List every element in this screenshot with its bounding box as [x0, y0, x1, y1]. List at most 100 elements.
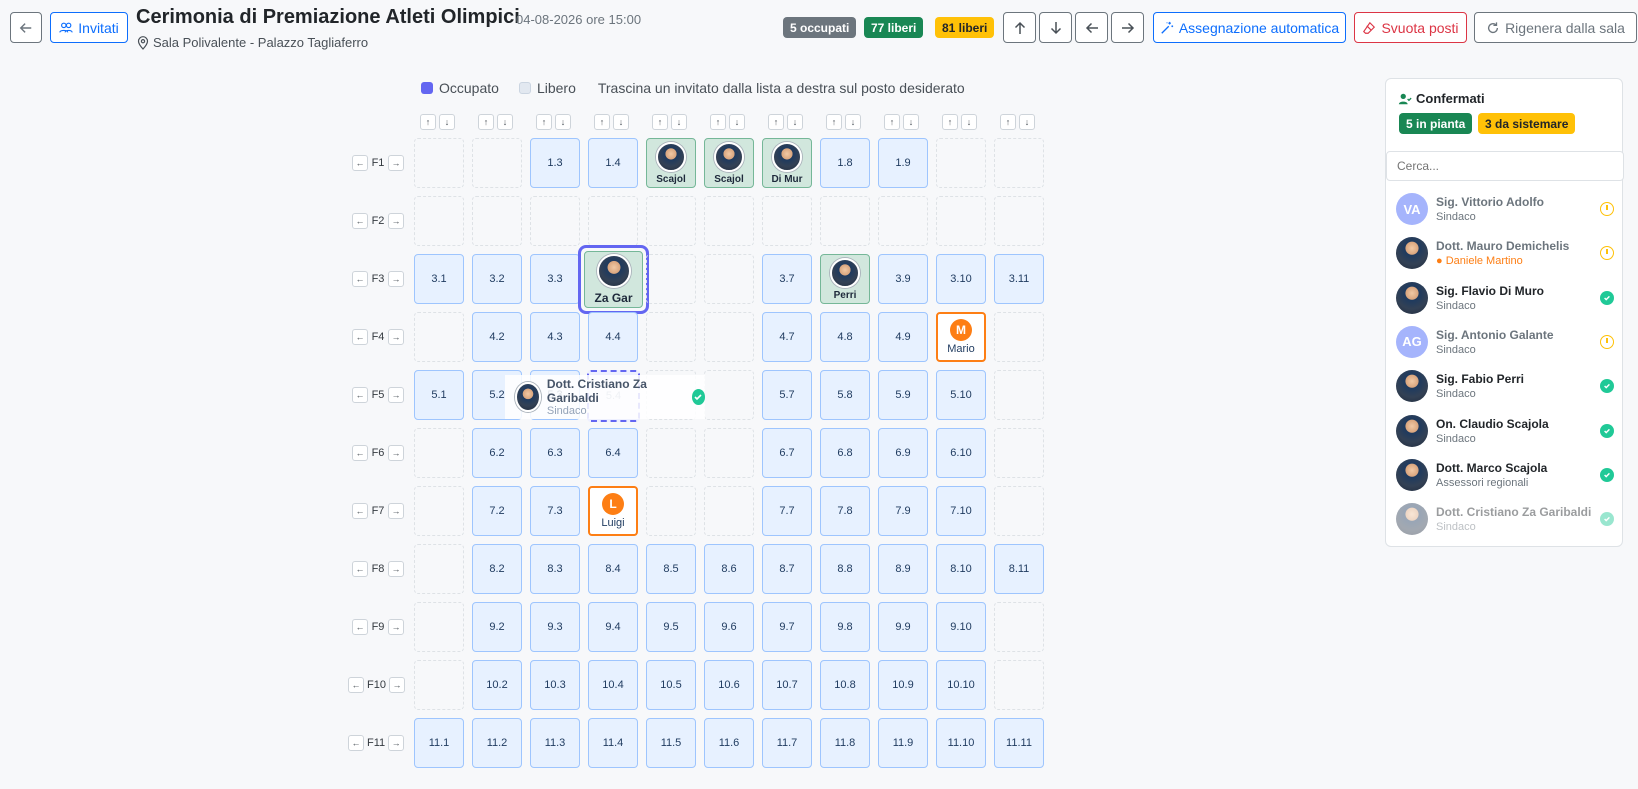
row-move-left-button[interactable]: ← — [352, 155, 368, 171]
column-move-up-button[interactable]: ↑ — [594, 114, 610, 130]
seat-free[interactable]: 11.2 — [472, 718, 522, 768]
seat-free[interactable]: 6.9 — [878, 428, 928, 478]
row-move-right-button[interactable]: → — [388, 445, 404, 461]
seat-free[interactable]: 9.2 — [472, 602, 522, 652]
guest-list-item[interactable]: Dott. Cristiano Za Garibaldi Sindaco — [1396, 499, 1614, 539]
row-move-right-button[interactable]: → — [388, 387, 404, 403]
row-move-left-button[interactable]: ← — [352, 329, 368, 345]
seat-free[interactable]: 10.5 — [646, 660, 696, 710]
seat-free[interactable]: 11.1 — [414, 718, 464, 768]
seat-free[interactable]: 4.7 — [762, 312, 812, 362]
row-move-left-button[interactable]: ← — [352, 561, 368, 577]
seat-free[interactable]: 8.11 — [994, 544, 1044, 594]
seat-free[interactable]: 3.7 — [762, 254, 812, 304]
arrow-up-button[interactable] — [1003, 12, 1036, 43]
empty-seats-button[interactable]: Svuota posti — [1354, 12, 1467, 43]
seat-free[interactable]: 3.3 — [530, 254, 580, 304]
seat-free[interactable]: 8.10 — [936, 544, 986, 594]
seat-free[interactable]: 11.11 — [994, 718, 1044, 768]
seat-free[interactable]: 6.3 — [530, 428, 580, 478]
seat-free[interactable]: 7.8 — [820, 486, 870, 536]
seat-free[interactable]: 7.9 — [878, 486, 928, 536]
column-move-down-button[interactable]: ↓ — [555, 114, 571, 130]
guest-list-item[interactable]: Sig. Fabio Perri Sindaco — [1396, 366, 1614, 406]
seat-selected[interactable]: Za Gar — [578, 245, 649, 314]
guest-list-item[interactable]: AG Sig. Antonio Galante Sindaco — [1396, 322, 1614, 362]
seat-occupied[interactable]: Scajol — [646, 138, 696, 188]
seat-free[interactable]: 8.7 — [762, 544, 812, 594]
seat-free[interactable]: 9.6 — [704, 602, 754, 652]
seat-free[interactable]: 9.4 — [588, 602, 638, 652]
row-move-right-button[interactable]: → — [388, 561, 404, 577]
seat-free[interactable]: 4.3 — [530, 312, 580, 362]
column-move-down-button[interactable]: ↓ — [845, 114, 861, 130]
seat-free[interactable]: 10.4 — [588, 660, 638, 710]
row-move-right-button[interactable]: → — [388, 213, 404, 229]
row-move-right-button[interactable]: → — [388, 677, 405, 693]
seat-occupied[interactable]: Perri — [820, 254, 870, 304]
seat-free[interactable]: 4.4 — [588, 312, 638, 362]
guest-list-item[interactable]: On. Claudio Scajola Sindaco — [1396, 411, 1614, 451]
seat-free[interactable]: 11.4 — [588, 718, 638, 768]
seat-free[interactable]: 10.2 — [472, 660, 522, 710]
row-move-left-button[interactable]: ← — [348, 677, 364, 693]
seat-free[interactable]: 5.10 — [936, 370, 986, 420]
seat-free[interactable]: 8.2 — [472, 544, 522, 594]
seat-free[interactable]: 1.9 — [878, 138, 928, 188]
search-input[interactable] — [1386, 151, 1624, 181]
seat-free[interactable]: 11.3 — [530, 718, 580, 768]
seat-free[interactable]: 6.4 — [588, 428, 638, 478]
seat-free[interactable]: 5.7 — [762, 370, 812, 420]
seat-free[interactable]: 4.8 — [820, 312, 870, 362]
column-move-up-button[interactable]: ↑ — [768, 114, 784, 130]
arrow-left-button[interactable] — [1075, 12, 1108, 43]
column-move-up-button[interactable]: ↑ — [884, 114, 900, 130]
column-move-up-button[interactable]: ↑ — [420, 114, 436, 130]
auto-assign-button[interactable]: Assegnazione automatica — [1153, 12, 1346, 43]
seat-free[interactable]: 5.8 — [820, 370, 870, 420]
seat-free[interactable]: 1.8 — [820, 138, 870, 188]
row-move-left-button[interactable]: ← — [352, 445, 368, 461]
column-move-down-button[interactable]: ↓ — [787, 114, 803, 130]
seat-free[interactable]: 9.7 — [762, 602, 812, 652]
seat-free[interactable]: 9.5 — [646, 602, 696, 652]
guest-list-item[interactable]: VA Sig. Vittorio Adolfo Sindaco — [1396, 189, 1614, 229]
seat-free[interactable]: 6.10 — [936, 428, 986, 478]
seat-free[interactable]: 4.2 — [472, 312, 522, 362]
column-move-down-button[interactable]: ↓ — [671, 114, 687, 130]
seat-free[interactable]: 8.5 — [646, 544, 696, 594]
seat-free[interactable]: 5.9 — [878, 370, 928, 420]
seat-free[interactable]: 7.3 — [530, 486, 580, 536]
seat-free[interactable]: 3.9 — [878, 254, 928, 304]
seat-free[interactable]: 4.9 — [878, 312, 928, 362]
row-move-right-button[interactable]: → — [388, 619, 404, 635]
arrow-right-button[interactable] — [1111, 12, 1144, 43]
seat-free[interactable]: 11.10 — [936, 718, 986, 768]
seat-free[interactable]: 3.2 — [472, 254, 522, 304]
regenerate-button[interactable]: Rigenera dalla sala — [1474, 12, 1637, 43]
column-move-up-button[interactable]: ↑ — [826, 114, 842, 130]
column-move-down-button[interactable]: ↓ — [497, 114, 513, 130]
seat-free[interactable]: 6.7 — [762, 428, 812, 478]
seat-free[interactable]: 11.5 — [646, 718, 696, 768]
seat-free[interactable]: 8.4 — [588, 544, 638, 594]
seat-free[interactable]: 6.8 — [820, 428, 870, 478]
row-move-right-button[interactable]: → — [388, 735, 405, 751]
seat-free[interactable]: 9.3 — [530, 602, 580, 652]
row-move-left-button[interactable]: ← — [352, 387, 368, 403]
column-move-down-button[interactable]: ↓ — [439, 114, 455, 130]
seat-reserved[interactable]: L Luigi — [588, 486, 638, 536]
column-move-down-button[interactable]: ↓ — [1019, 114, 1035, 130]
seat-free[interactable]: 10.7 — [762, 660, 812, 710]
column-move-up-button[interactable]: ↑ — [710, 114, 726, 130]
seat-free[interactable]: 10.9 — [878, 660, 928, 710]
seat-free[interactable]: 9.8 — [820, 602, 870, 652]
seat-free[interactable]: 10.3 — [530, 660, 580, 710]
row-move-right-button[interactable]: → — [388, 329, 404, 345]
seat-free[interactable]: 11.9 — [878, 718, 928, 768]
seat-free[interactable]: 3.1 — [414, 254, 464, 304]
seat-free[interactable]: 8.8 — [820, 544, 870, 594]
column-move-up-button[interactable]: ↑ — [942, 114, 958, 130]
seat-free[interactable]: 10.10 — [936, 660, 986, 710]
column-move-down-button[interactable]: ↓ — [903, 114, 919, 130]
